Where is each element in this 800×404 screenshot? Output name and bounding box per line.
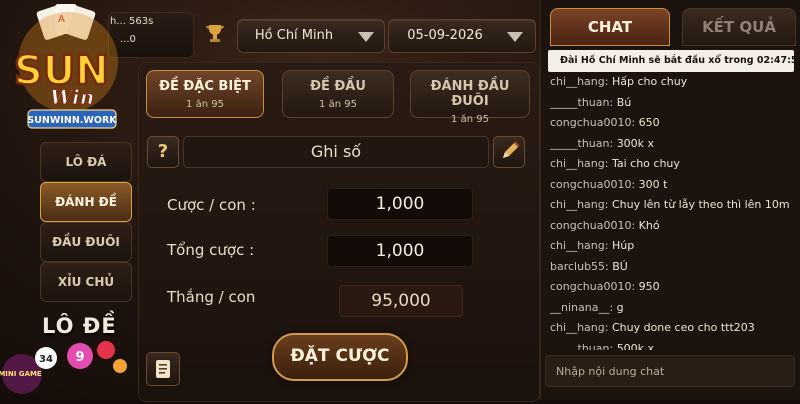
chat-user: congchua0010: <box>550 280 636 293</box>
chat-text: 500k x <box>616 341 655 351</box>
total-bet-label: Tổng cược : <box>167 241 255 259</box>
chat-text: 300 t <box>638 177 668 191</box>
chat-text: BÚ <box>612 259 628 273</box>
chevron-down-icon <box>358 32 374 42</box>
chat-message: _____thuan: 300k x <box>550 134 794 155</box>
chevron-down-icon <box>507 32 523 42</box>
logo-script-text: Win <box>50 85 94 109</box>
chat-user: congchua0010: <box>550 177 636 191</box>
tab-rate: 1 ăn 95 <box>451 114 489 125</box>
win-per-label: Thắng / con <box>167 288 256 306</box>
lottery-balls: 34 9 MINI GAME <box>0 336 138 400</box>
city-select[interactable]: Hồ Chí Minh <box>237 19 385 53</box>
chat-text: Húp <box>611 239 635 252</box>
chat-message: congchua0010: 300 t <box>550 175 794 196</box>
chat-text: g <box>616 300 624 314</box>
win-per-value: 95,000 <box>339 285 463 317</box>
nav-xiu-chu[interactable]: XỈU CHỦ <box>40 262 132 302</box>
chat-user: chi__hang: <box>550 75 609 88</box>
bet-per-field[interactable]: 1,000 <box>327 188 473 220</box>
edit-button[interactable] <box>493 136 525 168</box>
chat-user: congchua0010: <box>550 218 636 232</box>
lode-title: LÔ ĐỀ <box>42 314 117 338</box>
tab-danh-dau-duoi[interactable]: ĐÁNH ĐẦU ĐUÔI 1 ăn 95 <box>410 70 530 125</box>
chat-user: chi__hang: <box>550 157 609 170</box>
chat-message: congchua0010: 950 <box>550 277 794 298</box>
mini-game-label: MINI GAME <box>0 370 42 378</box>
chat-text: Chuy lên từ lẫy theo thì lên 10m <box>611 198 790 211</box>
notice-text: Đài Hồ Chí Minh sẽ bắt đầu xổ trong 02:4… <box>560 55 794 66</box>
chat-message: chi__hang: Chuy lên từ lẫy theo thì lên … <box>550 195 794 216</box>
ball-34: 34 <box>39 354 53 365</box>
tab-label: ĐỀ ĐẦU <box>310 79 366 94</box>
bet-per-label: Cược / con : <box>167 196 256 214</box>
chat-user: _____thuan: <box>550 341 614 351</box>
nav-dau-duoi[interactable]: ĐẦU ĐUÔI <box>40 222 132 262</box>
chat-text: 950 <box>638 280 660 293</box>
chat-text: Bú <box>616 95 632 109</box>
tab-de-dau[interactable]: ĐỀ ĐẦU 1 ăn 95 <box>282 70 394 118</box>
chat-message: _____thuan: Bú <box>550 93 794 114</box>
chat-text: Chuy done ceo cho ttt203 <box>611 321 755 334</box>
chat-text: 650 <box>638 116 660 129</box>
chat-message: _____thuan: 500k x <box>550 339 794 351</box>
chat-message: __ninana__: g <box>550 298 794 319</box>
game-screen: h... 563s ...0 Hồ Chí Minh 05-09-2026 A … <box>0 0 800 402</box>
city-value: Hồ Chí Minh <box>254 28 334 43</box>
tab-rate: 1 ăn 95 <box>319 99 357 110</box>
number-input[interactable]: Ghi số <box>183 136 489 168</box>
chat-message: chi__hang: Húp <box>550 236 794 257</box>
total-bet-field: 1,000 <box>327 235 473 267</box>
chat-user: chi__hang: <box>550 198 609 211</box>
nav-label: LÔ ĐÁ <box>65 155 107 169</box>
chat-text: Tai cho chuy <box>611 157 680 170</box>
chat-user: _____thuan: <box>550 136 614 150</box>
date-value: 05-09-2026 <box>407 28 483 43</box>
draw-notice: Đài Hồ Chí Minh sẽ bắt đầu xổ trong 02:4… <box>548 50 794 72</box>
nav-label: ĐẦU ĐUÔI <box>52 235 120 249</box>
chat-message: congchua0010: 650 <box>550 113 794 134</box>
history-button[interactable] <box>146 352 180 386</box>
tab-ket-qua[interactable]: KẾT QUẢ <box>682 8 796 46</box>
date-select[interactable]: 05-09-2026 <box>388 19 536 53</box>
chat-user: chi__hang: <box>550 321 609 334</box>
tab-chat[interactable]: CHAT <box>550 8 670 46</box>
chat-text: Hấp cho chuy <box>611 75 688 88</box>
chat-message: chi__hang: Hấp cho chuy <box>550 72 794 93</box>
tab-label: ĐỀ ĐẶC BIỆT <box>159 79 251 94</box>
chat-user: __ninana__: <box>550 300 614 314</box>
pencil-icon <box>503 141 520 158</box>
chat-input[interactable]: Nhập nội dung chat <box>545 355 795 387</box>
nav-label: XỈU CHỦ <box>57 275 115 289</box>
trophy-icon[interactable] <box>203 22 227 46</box>
chat-text: 300k x <box>616 136 655 150</box>
notes-icon <box>156 360 170 378</box>
chat-message: chi__hang: Chuy done ceo cho ttt203 <box>550 318 794 339</box>
tab-de-dac-biet[interactable]: ĐỀ ĐẶC BIỆT 1 ăn 95 <box>146 70 264 118</box>
nav-lo-da[interactable]: LÔ ĐÁ <box>40 142 132 182</box>
chat-user: _____thuan: <box>550 95 614 109</box>
nav-danh-de[interactable]: ĐÁNH ĐỀ <box>40 182 132 222</box>
help-button[interactable]: ? <box>147 136 179 168</box>
chat-user: barclub55: <box>550 259 609 273</box>
tab-rate: 1 ăn 95 <box>186 99 224 110</box>
chat-message: congchua0010: Khó <box>550 216 794 237</box>
sunwin-logo: A SUN Win SUNWINN.WORK <box>0 0 140 140</box>
tab-label: ĐÁNH ĐẦU ĐUÔI <box>430 79 510 109</box>
nav-label: ĐÁNH ĐỀ <box>55 195 117 209</box>
logo-site-text: SUNWINN.WORK <box>27 115 117 126</box>
chat-message: chi__hang: Tai cho chuy <box>550 154 794 175</box>
place-bet-button[interactable]: ĐẶT CƯỢC <box>272 333 408 381</box>
chat-text: Khó <box>638 218 660 232</box>
chat-messages: chi__hang: Hấp cho chuy _____thuan: Bú c… <box>550 72 794 350</box>
chat-user: congchua0010: <box>550 116 636 129</box>
chat-message: barclub55: BÚ <box>550 257 794 278</box>
chat-user: chi__hang: <box>550 239 609 252</box>
ball-9: 9 <box>75 350 84 365</box>
